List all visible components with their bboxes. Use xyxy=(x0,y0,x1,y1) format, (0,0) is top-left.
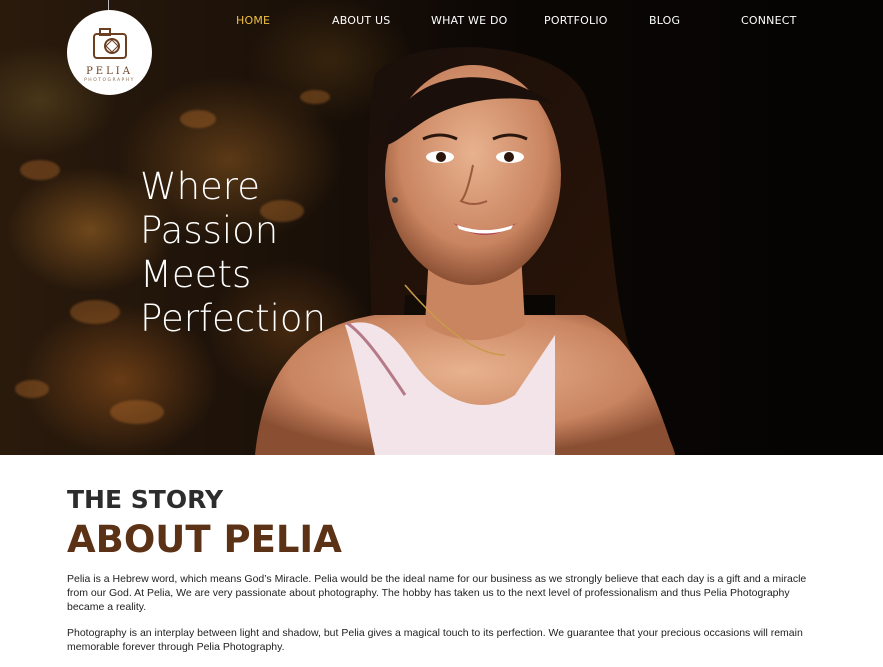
logo-name: PELIA xyxy=(86,66,133,77)
story-paragraph: Pelia is a Hebrew word, which means God’… xyxy=(67,573,807,613)
hero-tagline: Where Passion Meets Perfection xyxy=(140,165,326,341)
nav-portfolio[interactable]: PORTFOLIO xyxy=(544,14,608,27)
foliage-decoration xyxy=(110,400,164,424)
nav-about-us[interactable]: ABOUT US xyxy=(332,14,390,27)
hero-banner: PELIA PHOTOGRAPHY HOME ABOUT US WHAT WE … xyxy=(0,0,883,455)
main-navigation: HOME ABOUT US WHAT WE DO PORTFOLIO BLOG … xyxy=(200,14,860,28)
story-section: THE STORY ABOUT PELIA Pelia is a Hebrew … xyxy=(67,484,827,654)
site-logo[interactable]: PELIA PHOTOGRAPHY xyxy=(67,10,152,95)
foliage-decoration xyxy=(20,160,60,180)
foliage-decoration xyxy=(180,110,216,128)
nav-home[interactable]: HOME xyxy=(236,14,270,27)
logo-subtitle: PHOTOGRAPHY xyxy=(84,78,135,83)
story-kicker: THE STORY xyxy=(67,485,224,514)
nav-what-we-do[interactable]: WHAT WE DO xyxy=(431,14,508,27)
story-title: ABOUT PELIA xyxy=(67,518,342,561)
tagline-line: Perfection xyxy=(140,297,326,340)
tagline-line: Passion xyxy=(140,209,279,252)
tagline-line: Meets xyxy=(140,253,252,296)
foliage-decoration xyxy=(70,300,120,324)
camera-icon xyxy=(93,28,127,59)
foliage-decoration xyxy=(15,380,49,398)
story-paragraph: Photography is an interplay between ligh… xyxy=(67,627,803,653)
nav-connect[interactable]: CONNECT xyxy=(741,14,797,27)
nav-blog[interactable]: BLOG xyxy=(649,14,680,27)
tagline-line: Where xyxy=(140,165,260,208)
